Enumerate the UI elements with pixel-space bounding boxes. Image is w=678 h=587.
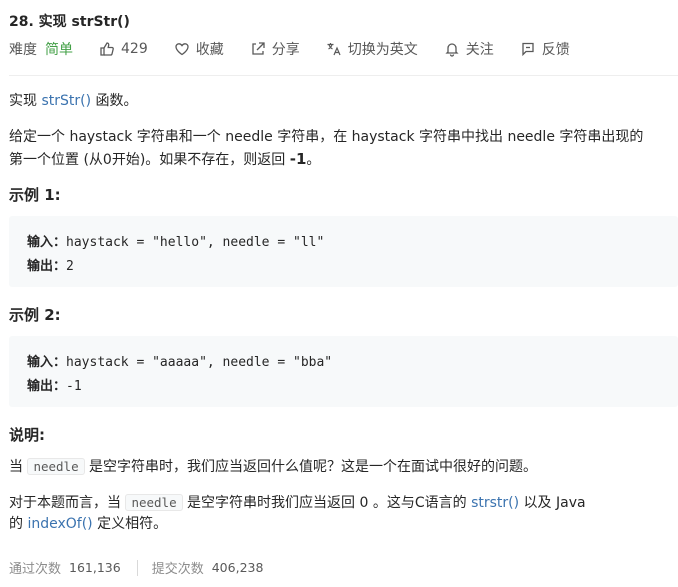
- description-text: 函数。: [91, 93, 138, 109]
- favorite-label: 收藏: [195, 42, 224, 58]
- notes-line-2: 对于本题而言，当 needle 是空字符串时我们应当返回 0 。这与C语言的 s…: [9, 492, 586, 514]
- example-1-input-value: haystack = "hello", needle = "ll": [66, 235, 325, 250]
- input-label: 输入：: [27, 235, 67, 250]
- example-2-heading: 示例 2:: [9, 306, 61, 324]
- example-1-output-value: 2: [66, 259, 74, 274]
- feedback-button[interactable]: 反馈: [520, 39, 570, 59]
- example-2-input-value: haystack = "aaaaa", needle = "bba": [66, 355, 333, 370]
- stats-divider: [136, 559, 138, 576]
- c-strstr-link[interactable]: strstr(): [471, 495, 519, 511]
- strstr-link[interactable]: strStr(): [41, 93, 91, 109]
- notes-text: 以及 Java: [519, 495, 586, 511]
- translate-icon: [326, 41, 342, 57]
- needle-inline-code: needle: [125, 494, 183, 511]
- submissions-label: 提交次数: [151, 562, 204, 577]
- example-2-output-line: 输出：-1: [27, 375, 82, 394]
- notes-heading: 说明:: [9, 426, 45, 444]
- notes-text: 对于本题而言，当: [9, 495, 126, 511]
- example-1-output-line: 输出：2: [27, 255, 74, 274]
- example-1-code-block: 输入：haystack = "hello", needle = "ll" 输出：…: [9, 216, 678, 287]
- difficulty-value: 简单: [45, 42, 73, 58]
- description-para-2-line-2: 第一个位置 (从0开始)。如果不存在，则返回 -1。: [9, 148, 320, 171]
- share-button[interactable]: 分享: [250, 39, 300, 59]
- switch-language-label: 切换为英文: [347, 42, 418, 58]
- share-icon: [250, 41, 266, 57]
- problem-toolbar: 难度 简单 429 收藏 分享 切换为英文 关注 反馈: [9, 39, 596, 59]
- notes-text: 是空字符串时，我们应当返回什么值呢？这是一个在面试中很好的问题。: [84, 459, 538, 475]
- example-2-output-value: -1: [66, 379, 82, 394]
- notes-line-1: 当 needle 是空字符串时，我们应当返回什么值呢？这是一个在面试中很好的问题…: [9, 456, 537, 478]
- description-text: 。: [306, 152, 321, 168]
- notes-text: 是空字符串时我们应当返回 0 。这与C语言的: [182, 495, 472, 511]
- submissions-count: 406,238: [211, 560, 264, 575]
- problem-title: 28. 实现 strStr(): [9, 14, 130, 30]
- notes-text: 定义相符。: [92, 516, 168, 532]
- switch-language-button[interactable]: 切换为英文: [326, 39, 418, 59]
- header-divider: [9, 75, 678, 76]
- notes-line-3: 的 indexOf() 定义相符。: [9, 513, 167, 535]
- follow-button[interactable]: 关注: [444, 39, 494, 59]
- example-2-code-block: 输入：haystack = "aaaaa", needle = "bba" 输出…: [9, 336, 678, 407]
- example-1-heading: 示例 1:: [9, 186, 61, 204]
- output-label: 输出：: [27, 259, 67, 274]
- description-text: 实现: [9, 93, 42, 109]
- feedback-icon: [520, 41, 536, 57]
- difficulty-label: 难度: [9, 42, 37, 58]
- return-value-strong: -1: [289, 150, 307, 168]
- likes-count: 429: [121, 41, 148, 57]
- notes-text: 的: [9, 516, 28, 532]
- submission-stats: 通过次数 161,136 提交次数 406,238: [9, 558, 263, 577]
- notes-text: 当: [9, 459, 28, 475]
- output-label: 输出：: [27, 379, 67, 394]
- input-label: 输入：: [27, 355, 67, 370]
- like-button[interactable]: 429: [99, 41, 148, 57]
- needle-inline-code: needle: [27, 458, 85, 475]
- java-indexof-link[interactable]: indexOf(): [27, 516, 92, 532]
- accepted-label: 通过次数: [9, 562, 62, 577]
- accepted-count: 161,136: [69, 560, 121, 575]
- share-label: 分享: [271, 42, 300, 58]
- example-1-input-line: 输入：haystack = "hello", needle = "ll": [27, 231, 324, 250]
- heart-icon: [174, 41, 190, 57]
- feedback-label: 反馈: [541, 42, 570, 58]
- description-para-2-line-1: 给定一个 haystack 字符串和一个 needle 字符串，在 haysta…: [9, 129, 644, 145]
- follow-label: 关注: [465, 42, 494, 58]
- description-text: 第一个位置 (从0开始)。如果不存在，则返回: [9, 152, 290, 168]
- favorite-button[interactable]: 收藏: [174, 39, 224, 59]
- problem-description-panel: 28. 实现 strStr() 难度 简单 429 收藏 分享 切换为英文 关注…: [0, 0, 678, 587]
- thumbs-up-icon: [99, 41, 115, 57]
- bell-icon: [444, 41, 460, 57]
- example-2-input-line: 输入：haystack = "aaaaa", needle = "bba": [27, 351, 332, 370]
- description-line-1: 实现 strStr() 函数。: [9, 90, 138, 112]
